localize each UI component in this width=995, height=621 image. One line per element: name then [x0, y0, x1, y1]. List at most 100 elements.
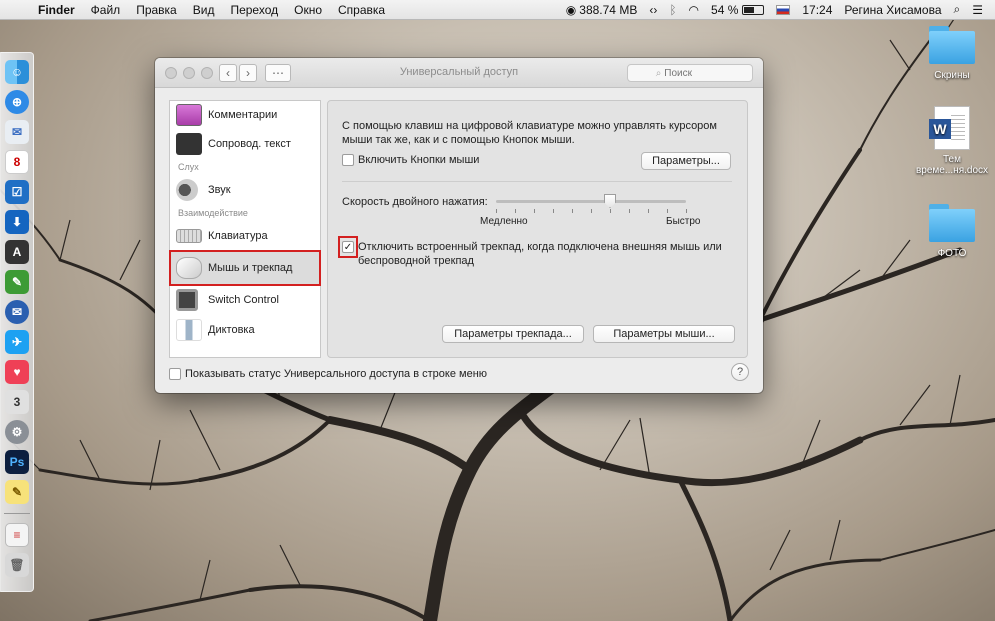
- battery-icon: [742, 4, 765, 15]
- sidebar-item-label: Комментарии: [208, 109, 278, 121]
- folder-icon: [929, 26, 975, 64]
- safari-icon[interactable]: ⊕: [5, 90, 29, 114]
- document-stack-icon[interactable]: ≡: [5, 523, 29, 547]
- ignore-trackpad-label: Отключить встроенный трекпад, когда подк…: [358, 241, 722, 267]
- descriptions-icon: [176, 104, 202, 126]
- trash-icon[interactable]: 🗑: [5, 553, 29, 577]
- mouse-icon: [176, 257, 202, 279]
- sidebar-category-interaction: Взаимодействие: [178, 208, 248, 218]
- captions-icon: [176, 133, 202, 155]
- sidebar: Комментарии Сопровод. текст Слух Звук Вз…: [169, 100, 321, 358]
- spotlight-icon[interactable]: ⌕: [948, 2, 967, 17]
- calendar-icon[interactable]: 8: [5, 150, 29, 174]
- slider-tick: [515, 209, 516, 213]
- section-divider: [342, 181, 732, 182]
- search-field[interactable]: ⌕: [627, 64, 753, 82]
- desktop-item-label: ФОТО: [937, 248, 967, 259]
- sidebar-item-keyboard[interactable]: Клавиатура: [170, 221, 320, 251]
- battery-status[interactable]: 54 %: [705, 3, 770, 17]
- enable-mouse-keys-label: Включить Кнопки мыши: [358, 154, 480, 166]
- system-preferences-icon[interactable]: ⚙: [5, 420, 29, 444]
- finder-icon[interactable]: ☺: [5, 60, 29, 84]
- clock[interactable]: 17:24: [796, 3, 838, 17]
- menu-edit[interactable]: Правка: [128, 3, 185, 17]
- highlight-frame: [338, 236, 358, 258]
- mouse-keys-options-button[interactable]: Параметры...: [641, 152, 731, 170]
- show-status-label: Показывать статус Универсального доступа…: [185, 368, 488, 380]
- slow-label: Медленно: [480, 216, 528, 227]
- sidebar-item-captions[interactable]: Сопровод. текст: [170, 129, 320, 159]
- dock-separator: [4, 513, 30, 514]
- slider-tick: [610, 209, 611, 213]
- menu-file[interactable]: Файл: [83, 3, 129, 17]
- sidebar-item-audio[interactable]: Звук: [170, 175, 320, 205]
- switch-control-icon: [176, 289, 198, 311]
- notes-icon[interactable]: ✎: [5, 480, 29, 504]
- slider-tick: [591, 209, 592, 213]
- slider-tick: [534, 209, 535, 213]
- menu-app-finder[interactable]: Finder: [30, 3, 83, 17]
- sidebar-item-label: Клавиатура: [208, 230, 268, 242]
- double-click-speed-slider[interactable]: [496, 200, 686, 203]
- mouse-trackpad-panel: С помощью клавиш на цифровой клавиатуре …: [327, 100, 748, 358]
- fast-label: Быстро: [666, 216, 701, 227]
- desktop-folder-screens[interactable]: Скрины: [912, 26, 992, 81]
- sidebar-item-label: Switch Control: [208, 294, 279, 306]
- word-document-icon: W: [929, 106, 970, 150]
- desktop-item-label: Скрины: [934, 70, 970, 81]
- accessibility-window: ‹ › ⋯ Универсальный доступ ⌕ Комментарии…: [155, 58, 763, 393]
- pocket-icon[interactable]: ♥: [5, 360, 29, 384]
- font-book-icon[interactable]: A: [5, 240, 29, 264]
- search-icon: ⌕: [655, 67, 662, 79]
- memory-value: 388.74 MB: [579, 2, 638, 17]
- slider-tick: [648, 209, 649, 213]
- sidebar-item-dictation[interactable]: Диктовка: [170, 315, 320, 345]
- battery-value: 54 %: [711, 2, 739, 17]
- wifi-icon[interactable]: ◠: [683, 3, 705, 17]
- status-area: ◉ 388.74 MB ‹› ᛒ ◠ 54 % 17:24 Регина Хиса…: [560, 2, 995, 17]
- photoshop-icon[interactable]: Ps: [5, 450, 29, 474]
- menu-window[interactable]: Окно: [286, 3, 330, 17]
- bluetooth-icon[interactable]: ᛒ: [663, 3, 682, 17]
- code-icon[interactable]: ‹›: [643, 3, 663, 17]
- help-button[interactable]: ?: [731, 363, 749, 381]
- speaker-icon: [176, 179, 198, 201]
- trackpad-options-button[interactable]: Параметры трекпада...: [442, 325, 584, 343]
- sidebar-item-switch-control[interactable]: Switch Control: [170, 285, 320, 315]
- mail-icon[interactable]: ✉: [5, 120, 29, 144]
- user-name[interactable]: Регина Хисамова: [838, 3, 947, 17]
- double-click-speed-label: Скорость двойного нажатия:: [342, 196, 488, 208]
- memory-status[interactable]: ◉ 388.74 MB: [560, 3, 644, 17]
- desktop-file-docx[interactable]: W Тем време...ня.docx: [912, 106, 992, 176]
- slider-tick: [553, 209, 554, 213]
- menu-bar: Finder Файл Правка Вид Переход Окно Спра…: [0, 0, 995, 20]
- downloads-icon[interactable]: ⬇: [5, 210, 29, 234]
- folder-icon: [929, 204, 975, 242]
- slider-thumb[interactable]: [604, 194, 616, 208]
- search-input[interactable]: [664, 67, 725, 79]
- show-status-checkbox[interactable]: [169, 368, 181, 380]
- dock: ☺ ⊕ ✉ 8 ☑ ⬇ A ✎ ✉ ✈ ♥ 3 ⚙ Ps ✎ ≡ 🗑: [0, 52, 34, 592]
- mouse-keys-description: С помощью клавиш на цифровой клавиатуре …: [342, 120, 717, 146]
- twitter-icon[interactable]: ✈: [5, 330, 29, 354]
- input-source-flag-icon[interactable]: [770, 4, 796, 15]
- menu-view[interactable]: Вид: [185, 3, 223, 17]
- evernote-icon[interactable]: ✎: [5, 270, 29, 294]
- sidebar-item-label: Звук: [208, 184, 231, 196]
- menu-go[interactable]: Переход: [222, 3, 286, 17]
- thunderbird-icon[interactable]: ✉: [5, 300, 29, 324]
- slider-tick: [667, 209, 668, 213]
- app-icon[interactable]: 3: [5, 390, 29, 414]
- sidebar-item-descriptions[interactable]: Комментарии: [170, 101, 320, 129]
- sidebar-item-label: Мышь и трекпад: [208, 262, 293, 274]
- mouse-options-button[interactable]: Параметры мыши...: [593, 325, 735, 343]
- enable-mouse-keys-checkbox[interactable]: [342, 154, 354, 166]
- menu-help[interactable]: Справка: [330, 3, 393, 17]
- reminders-icon[interactable]: ☑: [5, 180, 29, 204]
- sidebar-item-label: Сопровод. текст: [208, 138, 291, 150]
- sidebar-item-mouse-trackpad[interactable]: Мышь и трекпад: [169, 250, 321, 286]
- desktop-folder-photo[interactable]: ФОТО: [912, 204, 992, 259]
- notification-center-icon[interactable]: ☰: [966, 3, 989, 17]
- keyboard-icon: [176, 229, 202, 243]
- memory-icon: ◉: [565, 2, 577, 17]
